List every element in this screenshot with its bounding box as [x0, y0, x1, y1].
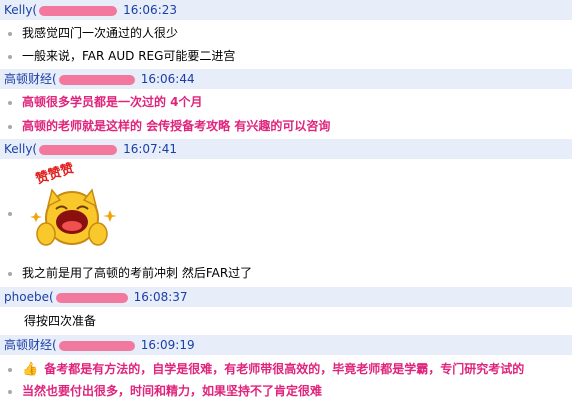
sender-name[interactable]: Kelly( — [4, 3, 37, 17]
message-text: 我感觉四门一次通过的人很少 — [22, 26, 179, 40]
bullet-icon — [8, 54, 12, 59]
message-header: Kelly( 16:07:41 — [4, 140, 177, 158]
message-header: phoebe( 16:08:37 — [4, 288, 188, 306]
message-text: 高顿很多学员都是一次过的 4个月 — [22, 95, 203, 109]
message-text: 当然也要付出很多，时间和精力，如果坚持不了肯定很难 — [22, 384, 323, 398]
redaction-mask — [58, 340, 135, 351]
bullet-icon — [8, 100, 12, 105]
thumbs-praise-sticker-icon: 赞赞赞 — [30, 160, 117, 246]
timestamp: 16:06:44 — [140, 72, 195, 86]
bullet-icon — [8, 367, 12, 372]
timestamp: 16:07:41 — [123, 142, 178, 156]
message-item: 👍 备考都是有方法的，自学是很难，有老师带很高效的，毕竟老师都是学霸，专门研究考试… — [8, 360, 524, 378]
message-text: 我之前是用了高顿的考前冲刺 然后FAR过了 — [22, 266, 253, 280]
message-text: 得按四次准备 — [24, 314, 97, 328]
bullet-icon — [8, 271, 12, 276]
timestamp: 16:06:23 — [123, 3, 178, 17]
sender-name[interactable]: Kelly( — [4, 142, 37, 156]
bullet-icon — [8, 124, 12, 129]
redaction-mask — [39, 144, 118, 155]
message-text: 一般来说，FAR AUD REG可能要二进宫 — [22, 49, 236, 63]
redaction-mask — [58, 74, 135, 85]
bullet-icon — [8, 211, 12, 216]
message-text: 备考都是有方法的，自学是很难，有老师带很高效的，毕竟老师都是学霸，专门研究考试的 — [44, 362, 525, 376]
message-header: Kelly( 16:06:23 — [4, 1, 177, 19]
message-header: 高顿财经( 16:06:44 — [4, 70, 195, 88]
bullet-icon — [8, 389, 12, 394]
sticker-char: 赞赞赞 — [33, 162, 76, 188]
message-item — [8, 206, 22, 220]
redaction-mask — [55, 292, 128, 303]
message-item: 我之前是用了高顿的考前冲刺 然后FAR过了 — [8, 264, 252, 282]
redaction-mask — [39, 5, 118, 16]
message-item: 我感觉四门一次通过的人很少 — [8, 24, 178, 42]
sender-name[interactable]: 高顿财经( — [4, 72, 57, 86]
timestamp: 16:09:19 — [140, 338, 195, 352]
message-header: 高顿财经( 16:09:19 — [4, 336, 195, 354]
message-item: 当然也要付出很多，时间和精力，如果坚持不了肯定很难 — [8, 382, 322, 400]
sender-name[interactable]: 高顿财经( — [4, 338, 57, 352]
message-text: 高顿的老师就是这样的 会传授备考攻略 有兴趣的可以咨询 — [22, 119, 331, 133]
message-item: 高顿很多学员都是一次过的 4个月 — [8, 93, 203, 111]
thumbs-up-icon: 👍 — [22, 361, 39, 377]
message-item: 得按四次准备 — [24, 312, 96, 330]
message-item: 一般来说，FAR AUD REG可能要二进宫 — [8, 47, 235, 65]
sticker-image[interactable]: 赞赞赞 — [26, 160, 122, 258]
bullet-icon — [8, 31, 12, 36]
message-item: 高顿的老师就是这样的 会传授备考攻略 有兴趣的可以咨询 — [8, 117, 330, 135]
sender-name[interactable]: phoebe( — [4, 290, 54, 304]
timestamp: 16:08:37 — [133, 290, 188, 304]
